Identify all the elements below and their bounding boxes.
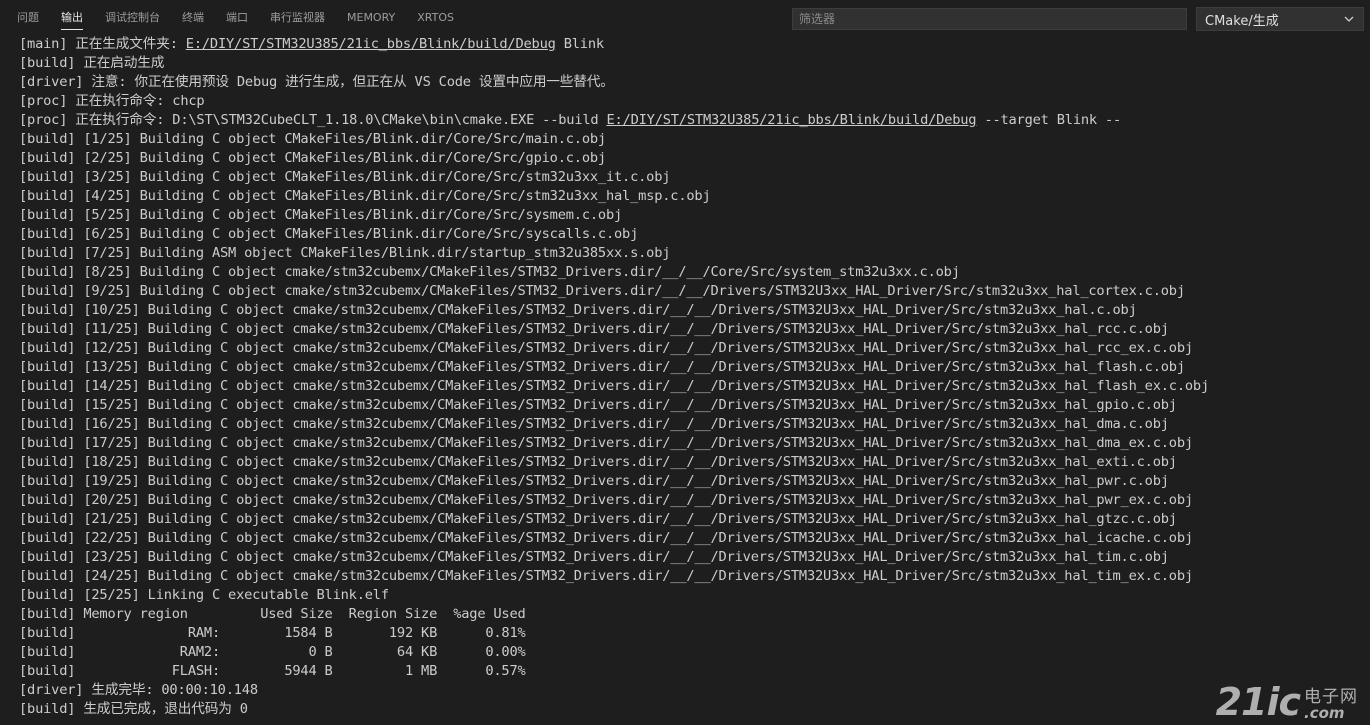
output-line: [build] [25/25] Linking C executable Bli…	[19, 586, 1370, 605]
line-text: [build] [8/25] Building C object cmake/s…	[19, 264, 960, 280]
output-lines: [main] 正在生成文件夹: E:/DIY/ST/STM32U385/21ic…	[0, 35, 1370, 719]
line-text: [build] RAM: 1584 B 192 KB 0.81%	[19, 625, 526, 641]
output-line: [build] [17/25] Building C object cmake/…	[19, 434, 1370, 453]
output-line: [build] RAM: 1584 B 192 KB 0.81%	[19, 624, 1370, 643]
output-line: [build] [13/25] Building C object cmake/…	[19, 358, 1370, 377]
output-line: [build] [12/25] Building C object cmake/…	[19, 339, 1370, 358]
output-line: [build] [7/25] Building ASM object CMake…	[19, 244, 1370, 263]
chevron-down-icon	[1344, 16, 1354, 22]
line-text: [build] [12/25] Building C object cmake/…	[19, 340, 1193, 356]
output-channel-select[interactable]: CMake/生成	[1196, 7, 1364, 31]
line-text: [build] FLASH: 5944 B 1 MB 0.57%	[19, 663, 526, 679]
tab-2[interactable]: 调试控制台	[94, 0, 171, 36]
output-line: [build] Memory region Used Size Region S…	[19, 605, 1370, 624]
line-text: Blink	[555, 36, 604, 52]
panel-header: 问题输出调试控制台终端端口串行监视器MEMORYXRTOS CMake/生成	[0, 0, 1370, 36]
output-line: [build] [16/25] Building C object cmake/…	[19, 415, 1370, 434]
output-line: [driver] 注意: 你正在使用预设 Debug 进行生成，但正在从 VS …	[19, 73, 1370, 92]
output-line: [build] [18/25] Building C object cmake/…	[19, 453, 1370, 472]
output-line: [build] [5/25] Building C object CMakeFi…	[19, 206, 1370, 225]
tab-7[interactable]: XRTOS	[406, 0, 465, 36]
output-line: [build] [3/25] Building C object CMakeFi…	[19, 168, 1370, 187]
output-line: [build] [4/25] Building C object CMakeFi…	[19, 187, 1370, 206]
line-text: [build] 正在启动生成	[19, 55, 165, 71]
tab-4[interactable]: 端口	[215, 0, 259, 36]
filter-input[interactable]	[792, 8, 1187, 30]
line-text: [build] [25/25] Linking C executable Bli…	[19, 587, 389, 603]
line-text: [build] [6/25] Building C object CMakeFi…	[19, 226, 639, 242]
line-text: [build] RAM2: 0 B 64 KB 0.00%	[19, 644, 526, 660]
output-line: [build] FLASH: 5944 B 1 MB 0.57%	[19, 662, 1370, 681]
tab-5[interactable]: 串行监视器	[259, 0, 336, 36]
line-text: [build] [2/25] Building C object CMakeFi…	[19, 150, 606, 166]
line-text: [build] [24/25] Building C object cmake/…	[19, 568, 1193, 584]
output-line: [build] 生成已完成，退出代码为 0	[19, 700, 1370, 719]
line-text: [proc] 正在执行命令: chcp	[19, 93, 205, 109]
line-text: [build] Memory region Used Size Region S…	[19, 606, 526, 622]
output-line: [build] [6/25] Building C object CMakeFi…	[19, 225, 1370, 244]
output-line: [build] [9/25] Building C object cmake/s…	[19, 282, 1370, 301]
output-line: [build] [23/25] Building C object cmake/…	[19, 548, 1370, 567]
output-line: [build] [21/25] Building C object cmake/…	[19, 510, 1370, 529]
line-text: [build] [21/25] Building C object cmake/…	[19, 511, 1177, 527]
line-text: [build] [14/25] Building C object cmake/…	[19, 378, 1210, 394]
line-text: [build] [10/25] Building C object cmake/…	[19, 302, 1137, 318]
output-line: [build] [1/25] Building C object CMakeFi…	[19, 130, 1370, 149]
watermark-com: .com	[1304, 704, 1345, 722]
line-text: [build] [11/25] Building C object cmake/…	[19, 321, 1169, 337]
output-channel-label: CMake/生成	[1205, 13, 1279, 29]
line-text: [proc] 正在执行命令: D:\ST\STM32CubeCLT_1.18.0…	[19, 112, 607, 128]
line-text: --target Blink --	[976, 112, 1122, 128]
line-text: [build] [15/25] Building C object cmake/…	[19, 397, 1177, 413]
line-text: [build] [9/25] Building C object cmake/s…	[19, 283, 1185, 299]
output-line: [proc] 正在执行命令: D:\ST\STM32CubeCLT_1.18.0…	[19, 111, 1370, 130]
output-line: [main] 正在生成文件夹: E:/DIY/ST/STM32U385/21ic…	[19, 35, 1370, 54]
tab-6[interactable]: MEMORY	[336, 0, 406, 36]
output-line: [build] [14/25] Building C object cmake/…	[19, 377, 1370, 396]
line-text: [driver] 生成完毕: 00:00:10.148	[19, 682, 258, 698]
path-link[interactable]: E:/DIY/ST/STM32U385/21ic_bbs/Blink/build…	[186, 36, 556, 52]
output-line: [proc] 正在执行命令: chcp	[19, 92, 1370, 111]
line-text: [build] [19/25] Building C object cmake/…	[19, 473, 1169, 489]
line-text: [build] [22/25] Building C object cmake/…	[19, 530, 1193, 546]
line-text: [build] [5/25] Building C object CMakeFi…	[19, 207, 623, 223]
output-line: [build] [11/25] Building C object cmake/…	[19, 320, 1370, 339]
line-text: [build] [3/25] Building C object CMakeFi…	[19, 169, 671, 185]
site-watermark: 21ic 电子网 .com	[1216, 683, 1358, 721]
line-text: [main] 正在生成文件夹:	[19, 36, 186, 52]
tab-3[interactable]: 终端	[171, 0, 215, 36]
tab-1[interactable]: 输出	[50, 0, 94, 36]
line-text: [build] [18/25] Building C object cmake/…	[19, 454, 1177, 470]
line-text: [build] [20/25] Building C object cmake/…	[19, 492, 1193, 508]
path-link[interactable]: E:/DIY/ST/STM32U385/21ic_bbs/Blink/build…	[606, 112, 976, 128]
line-text: [build] [13/25] Building C object cmake/…	[19, 359, 1185, 375]
output-line: [build] [8/25] Building C object cmake/s…	[19, 263, 1370, 282]
line-text: [build] 生成已完成，退出代码为 0	[19, 701, 248, 717]
line-text: [build] [16/25] Building C object cmake/…	[19, 416, 1169, 432]
output-line: [build] [24/25] Building C object cmake/…	[19, 567, 1370, 586]
output-line: [build] RAM2: 0 B 64 KB 0.00%	[19, 643, 1370, 662]
line-text: [build] [7/25] Building ASM object CMake…	[19, 245, 671, 261]
tab-0[interactable]: 问题	[6, 0, 50, 36]
output-line: [build] [19/25] Building C object cmake/…	[19, 472, 1370, 491]
output-line: [build] [20/25] Building C object cmake/…	[19, 491, 1370, 510]
output-line: [build] [15/25] Building C object cmake/…	[19, 396, 1370, 415]
line-text: [build] [1/25] Building C object CMakeFi…	[19, 131, 606, 147]
watermark-logo: 21ic	[1215, 680, 1301, 724]
line-text: [build] [4/25] Building C object CMakeFi…	[19, 188, 711, 204]
output-line: [build] [2/25] Building C object CMakeFi…	[19, 149, 1370, 168]
line-text: [driver] 注意: 你正在使用预设 Debug 进行生成，但正在从 VS …	[19, 74, 614, 90]
line-text: [build] [23/25] Building C object cmake/…	[19, 549, 1169, 565]
output-line: [driver] 生成完毕: 00:00:10.148	[19, 681, 1370, 700]
output-line: [build] [22/25] Building C object cmake/…	[19, 529, 1370, 548]
line-text: [build] [17/25] Building C object cmake/…	[19, 435, 1193, 451]
panel-tabs: 问题 输出 调试控制台 终端 端口 串行监视器 MEMORY XRTOS	[6, 0, 465, 36]
output-line: [build] 正在启动生成	[19, 54, 1370, 73]
output-line: [build] [10/25] Building C object cmake/…	[19, 301, 1370, 320]
output-view[interactable]: [main] 正在生成文件夹: E:/DIY/ST/STM32U385/21ic…	[0, 35, 1370, 725]
